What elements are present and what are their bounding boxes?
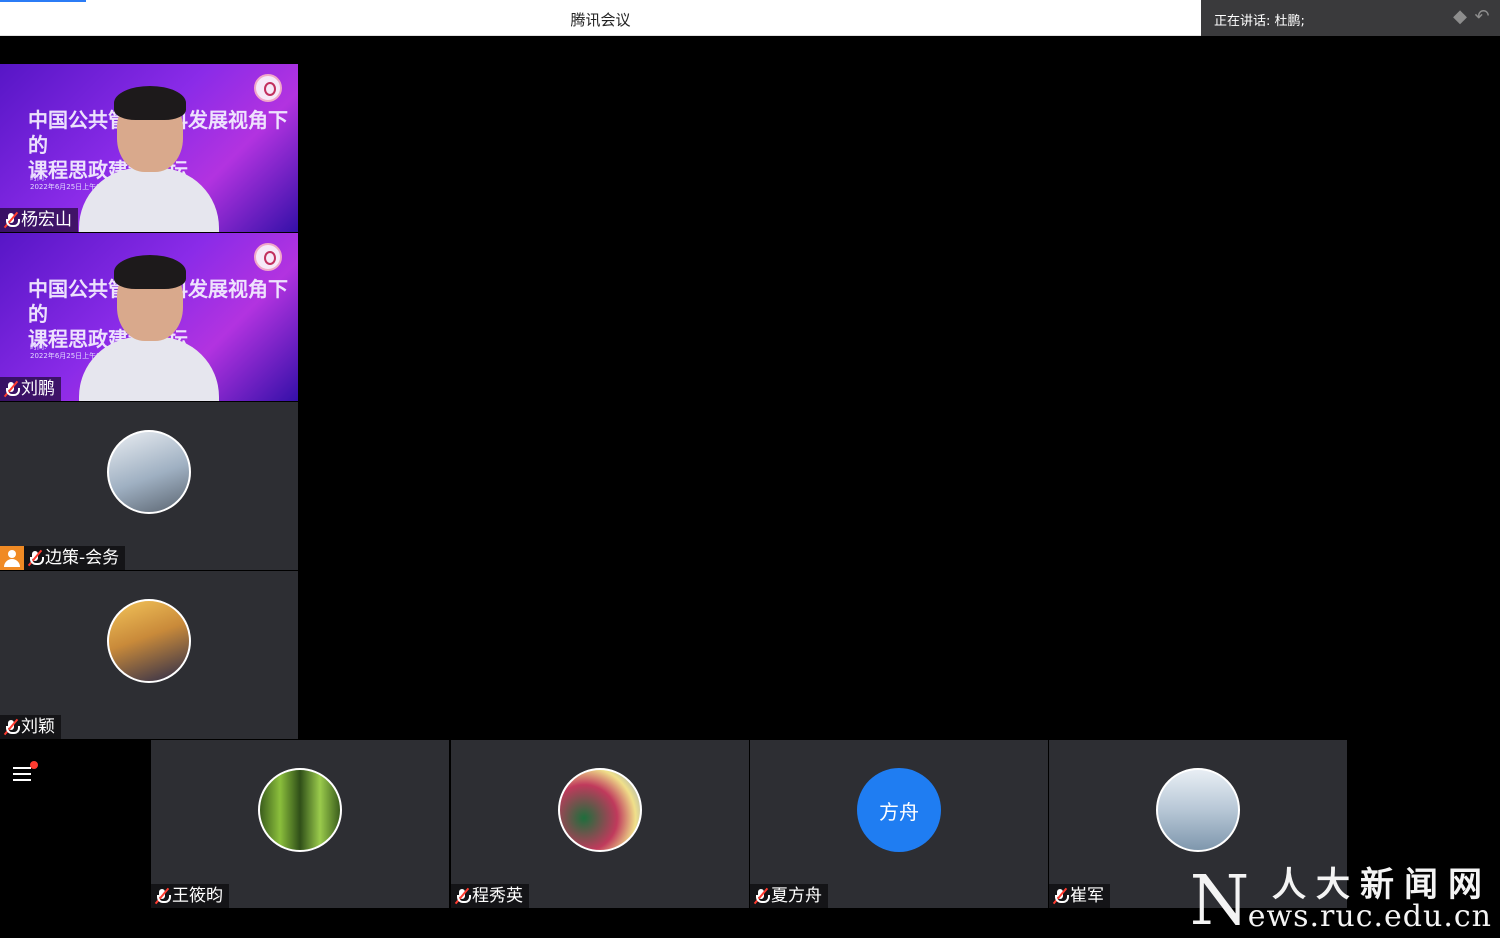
forum-logo-icon	[254, 74, 282, 102]
participant-name-label: 边策-会务	[0, 546, 126, 570]
participant-name: 杨宏山	[21, 210, 72, 230]
mic-muted-icon	[753, 887, 770, 905]
video-grid: 中国公共管理学科发展视角下的 课程思政建设论坛 时间: 2022年6月25日上午8:3…	[0, 36, 1500, 938]
mic-muted-icon	[154, 887, 171, 905]
news-watermark: N 人大新闻网 ews.ruc.edu.cn	[1190, 865, 1492, 936]
title-bar: 腾讯会议	[0, 0, 1201, 36]
participant-avatar	[107, 599, 191, 683]
participant-name-label: 杨宏山	[0, 208, 78, 232]
mic-muted-icon	[27, 549, 44, 567]
back-arrow-icon[interactable]: ↶	[1472, 6, 1492, 28]
participant-name-label: 程秀英	[451, 884, 529, 908]
participant-name-label: 夏方舟	[750, 884, 828, 908]
participant-tile[interactable]: 方舟夏方舟	[750, 740, 1048, 908]
participant-list-icon[interactable]	[6, 757, 40, 791]
window-title: 腾讯会议	[570, 11, 631, 29]
mic-muted-icon	[3, 211, 20, 229]
window-controls[interactable]: ◆ ↶	[1450, 6, 1492, 28]
speaking-label: 正在讲话: 杜鹏;	[1214, 14, 1305, 29]
mic-muted-icon	[3, 718, 20, 736]
participant-name: 王筱昀	[172, 886, 223, 906]
participant-avatar	[558, 768, 642, 852]
participant-video	[74, 82, 224, 232]
participant-tile[interactable]: 边策-会务	[0, 402, 298, 570]
mic-muted-icon	[454, 887, 471, 905]
participant-avatar	[107, 430, 191, 514]
mic-muted-icon	[1052, 887, 1069, 905]
participant-name: 崔军	[1070, 886, 1104, 906]
participant-tile[interactable]: 中国公共管理学科发展视角下的课程思政建设论坛时间:2022年6月25日上午8:3…	[0, 233, 298, 401]
participant-avatar	[1156, 768, 1240, 852]
participant-tile[interactable]: 程秀英	[451, 740, 749, 908]
participant-name-label: 刘颖	[0, 715, 61, 739]
participant-name: 边策-会务	[45, 548, 120, 568]
watermark-en: ews.ruc.edu.cn	[1247, 899, 1492, 934]
watermark-lead: N	[1189, 862, 1250, 938]
layout-icon[interactable]: ◆	[1450, 6, 1470, 28]
participant-name: 夏方舟	[771, 886, 822, 906]
participant-name-label: 崔军	[1049, 884, 1110, 908]
participant-avatar	[258, 768, 342, 852]
participant-name-label: 刘鹏	[0, 377, 61, 401]
forum-logo-icon	[254, 243, 282, 271]
speaking-indicator: 正在讲话: 杜鹏; ◆ ↶	[1201, 0, 1500, 36]
participant-tile[interactable]: 中国公共管理学科发展视角下的课程思政建设论坛时间:2022年6月25日上午8:3…	[0, 64, 298, 232]
participant-tile[interactable]: 王筱昀	[151, 740, 449, 908]
participant-name: 程秀英	[472, 886, 523, 906]
participant-name: 刘颖	[21, 717, 55, 737]
title-accent	[0, 0, 86, 2]
participant-name-label: 王筱昀	[151, 884, 229, 908]
participant-tile[interactable]: 刘颖	[0, 571, 298, 739]
host-icon	[0, 546, 24, 570]
participant-name: 刘鹏	[21, 379, 55, 399]
participant-video	[74, 251, 224, 401]
mic-muted-icon	[3, 380, 20, 398]
participant-avatar: 方舟	[857, 768, 941, 852]
watermark-cn: 人大新闻网	[1272, 865, 1492, 905]
